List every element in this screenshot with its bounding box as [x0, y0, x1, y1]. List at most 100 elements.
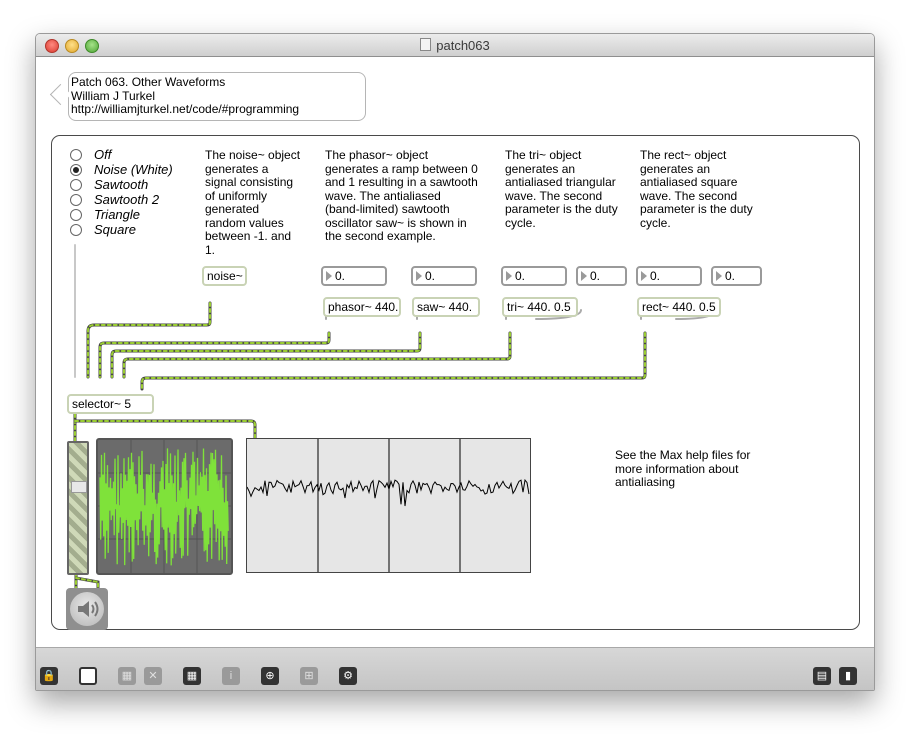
number-arrow-icon	[581, 271, 587, 281]
radio-sawtooth[interactable]	[70, 179, 82, 191]
comment-line: generates an	[640, 161, 711, 176]
comment-line: more information about	[615, 461, 739, 476]
new-object-icon[interactable]: ▦	[118, 667, 136, 685]
number-arrow-icon	[506, 271, 512, 281]
phasor-object[interactable]: phasor~ 440.	[323, 297, 401, 317]
inspector-icon[interactable]: ▦	[183, 667, 201, 685]
delete-icon[interactable]: ✕	[144, 667, 162, 685]
radio-label: Sawtooth	[94, 177, 149, 192]
number-arrow-icon	[716, 271, 722, 281]
comment-line: The noise~ object	[205, 148, 301, 162]
title-bar: patch063	[36, 34, 874, 57]
radio-label: Off	[94, 147, 112, 162]
comment-line: generated	[205, 202, 260, 216]
selector-object[interactable]: selector~ 5	[67, 394, 154, 414]
number-arrow-icon	[641, 271, 647, 281]
lock-icon[interactable]: 🔒	[40, 667, 58, 685]
comment-line: The tri~ object	[505, 148, 582, 162]
comment-line: wave. The antialiased	[325, 188, 441, 203]
radio-square[interactable]	[70, 224, 82, 236]
phasor-freq-number-box[interactable]: 0.	[321, 266, 387, 286]
radio-label: Sawtooth 2	[94, 192, 160, 207]
rect-description: The rect~ object generates an antialiase…	[640, 148, 753, 230]
gain-slider[interactable]	[67, 441, 89, 575]
window-title: patch063	[36, 38, 874, 53]
saw-object[interactable]: saw~ 440.	[412, 297, 480, 317]
comment-line: wave. The second	[640, 188, 738, 203]
comment-line: The phasor~ object	[325, 148, 429, 162]
signal-meter	[96, 438, 233, 575]
radio-label: Square	[94, 222, 136, 237]
tri-object[interactable]: tri~ 440. 0.5	[502, 297, 578, 317]
comment-line: wave. The second	[505, 188, 603, 203]
comment-line: generates an	[505, 161, 576, 176]
document-icon	[420, 38, 432, 51]
saw-freq-number-box[interactable]: 0.	[411, 266, 477, 286]
number-value: 0.	[335, 269, 346, 283]
tri-duty-number-box[interactable]: 0.	[576, 266, 627, 286]
comment-line: cycle.	[640, 215, 671, 230]
noise-description: The noise~ object generates a signal con…	[205, 148, 301, 257]
tri-freq-number-box[interactable]: 0.	[501, 266, 567, 286]
comment-line: random values	[205, 215, 284, 230]
comment-line: parameter is the duty	[640, 202, 753, 216]
scope-display	[246, 439, 530, 572]
audio-output-button[interactable]	[66, 588, 108, 630]
signal-cord	[86, 301, 212, 379]
number-value: 0.	[515, 269, 526, 283]
number-arrow-icon	[326, 271, 332, 281]
comment-line: of uniformly	[205, 188, 268, 203]
audio-dsp-icon[interactable]: ⚙	[339, 667, 357, 685]
number-value: 0.	[725, 269, 736, 283]
radio-label: Noise (White)	[94, 162, 173, 177]
info-icon[interactable]: i	[222, 667, 240, 685]
help-comment: See the Max help files for more informat…	[615, 448, 751, 490]
comment-line: the second example.	[325, 229, 436, 243]
speaker-glyph	[78, 601, 99, 617]
comment-line: and 1 resulting in a sawtooth	[325, 175, 478, 189]
comment-line: antialiasing	[615, 475, 676, 489]
radio-label: Triangle	[94, 207, 141, 222]
patcher-toolbar: 🔒 ▦ ✕ ▦ i ⊕ ⊞ ⚙ ▤ ▮	[36, 647, 874, 690]
comment-line: (band-limited) sawtooth	[325, 202, 450, 216]
number-value: 0.	[425, 269, 436, 283]
slider-icon[interactable]: ⊕	[261, 667, 279, 685]
comment-line: cycle.	[505, 215, 536, 230]
comment-line: signal consisting	[205, 175, 294, 189]
radio-noise[interactable]	[70, 164, 82, 176]
noise-object[interactable]: noise~	[202, 266, 247, 286]
comment-line: between -1. and	[205, 229, 292, 243]
comment-line: antialiased triangular	[505, 175, 616, 189]
signal-cord	[87, 302, 211, 378]
comment-line: oscillator saw~ is shown in	[325, 215, 467, 230]
number-value: 0.	[650, 269, 661, 283]
rect-duty-number-box[interactable]: 0.	[711, 266, 762, 286]
sidebar-icon[interactable]: ▮	[839, 667, 857, 685]
split-view-icon[interactable]: ▤	[813, 667, 831, 685]
grid-icon[interactable]: ⊞	[300, 667, 318, 685]
comment-line: generates a	[205, 161, 269, 176]
patch-window: patch063 Patch 063. Other Waveforms Will…	[35, 33, 875, 691]
number-value: 0.	[590, 269, 601, 283]
meter-waveform	[98, 440, 231, 573]
tri-description: The tri~ object generates an antialiased…	[505, 148, 618, 230]
comment-line: parameter is the duty	[505, 202, 618, 216]
number-arrow-icon	[416, 271, 422, 281]
window-title-text: patch063	[436, 38, 490, 53]
radio-sawtooth-2[interactable]	[70, 194, 82, 206]
comment-line: antialiased square	[640, 175, 738, 189]
comment-line: The rect~ object	[640, 148, 727, 162]
rect-freq-number-box[interactable]: 0.	[636, 266, 702, 286]
phasor-description: The phasor~ object generates a ramp betw…	[325, 148, 478, 244]
slider-handle[interactable]	[71, 481, 87, 493]
patcher-canvas[interactable]: Patch 063. Other Waveforms William J Tur…	[36, 57, 874, 647]
radio-triangle[interactable]	[70, 209, 82, 221]
rect-object[interactable]: rect~ 440. 0.5	[637, 297, 721, 317]
comment-line: generates a ramp between 0	[325, 161, 478, 176]
presentation-icon[interactable]	[79, 667, 97, 685]
oscilloscope	[246, 438, 531, 573]
comment-line: See the Max help files for	[615, 448, 751, 462]
radio-off[interactable]	[70, 149, 82, 161]
scope-trace	[246, 478, 530, 507]
comment-line: 1.	[205, 242, 216, 257]
